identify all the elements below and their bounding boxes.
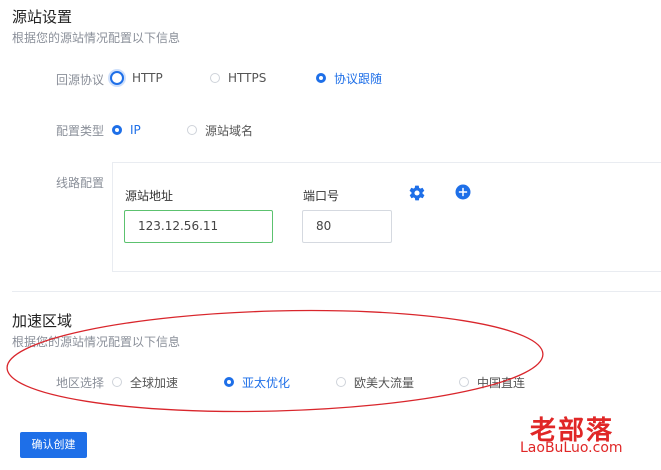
- port-label: 端口号: [303, 189, 340, 203]
- radio-circle: [110, 71, 124, 85]
- config-type-radio-domain[interactable]: 源站域名: [187, 121, 253, 139]
- port-input[interactable]: 80: [302, 210, 392, 243]
- radio-circle: [316, 73, 326, 83]
- origin-address-input[interactable]: 123.12.56.11: [124, 210, 273, 243]
- radio-circle: [459, 377, 469, 387]
- origin-section-desc: 根据您的源站情况配置以下信息: [12, 31, 181, 45]
- protocol-radio-follow[interactable]: 协议跟随: [316, 69, 382, 87]
- accel-section-title: 加速区域: [12, 312, 73, 330]
- gear-icon[interactable]: [408, 184, 426, 202]
- confirm-create-button[interactable]: 确认创建: [20, 432, 87, 458]
- region-label: 地区选择: [56, 376, 105, 390]
- section-divider: [12, 291, 661, 292]
- protocol-option-follow: 协议跟随: [334, 71, 383, 86]
- region-option-global: 全球加速: [130, 375, 179, 390]
- protocol-radio-https[interactable]: HTTPS: [210, 69, 266, 87]
- radio-circle: [336, 377, 346, 387]
- watermark-url: LaoBuLuo.com: [520, 440, 623, 456]
- protocol-label: 回源协议: [56, 73, 105, 87]
- radio-circle: [112, 377, 122, 387]
- region-radio-china[interactable]: 中国直连: [459, 373, 525, 391]
- config-type-label: 配置类型: [56, 124, 105, 138]
- region-option-apac: 亚太优化: [242, 375, 291, 390]
- protocol-option-http: HTTP: [132, 71, 163, 85]
- radio-circle: [224, 377, 234, 387]
- config-type-option-domain: 源站域名: [205, 123, 254, 138]
- radio-circle: [187, 125, 197, 135]
- accel-section-desc: 根据您的源站情况配置以下信息: [12, 335, 181, 349]
- region-option-china: 中国直连: [477, 375, 526, 390]
- config-type-option-ip: IP: [130, 123, 141, 137]
- protocol-radio-http[interactable]: HTTP: [110, 69, 163, 87]
- origin-address-label: 源站地址: [125, 189, 174, 203]
- region-radio-euam[interactable]: 欧美大流量: [336, 373, 414, 391]
- region-radio-global[interactable]: 全球加速: [112, 373, 178, 391]
- config-type-radio-ip[interactable]: IP: [112, 121, 141, 139]
- radio-circle: [210, 73, 220, 83]
- origin-section-title: 源站设置: [12, 8, 73, 26]
- region-option-euam: 欧美大流量: [354, 375, 415, 390]
- region-radio-apac[interactable]: 亚太优化: [224, 373, 290, 391]
- plus-circle-icon[interactable]: [454, 183, 472, 201]
- line-config-label: 线路配置: [56, 176, 105, 190]
- radio-circle: [112, 125, 122, 135]
- protocol-option-https: HTTPS: [228, 71, 267, 85]
